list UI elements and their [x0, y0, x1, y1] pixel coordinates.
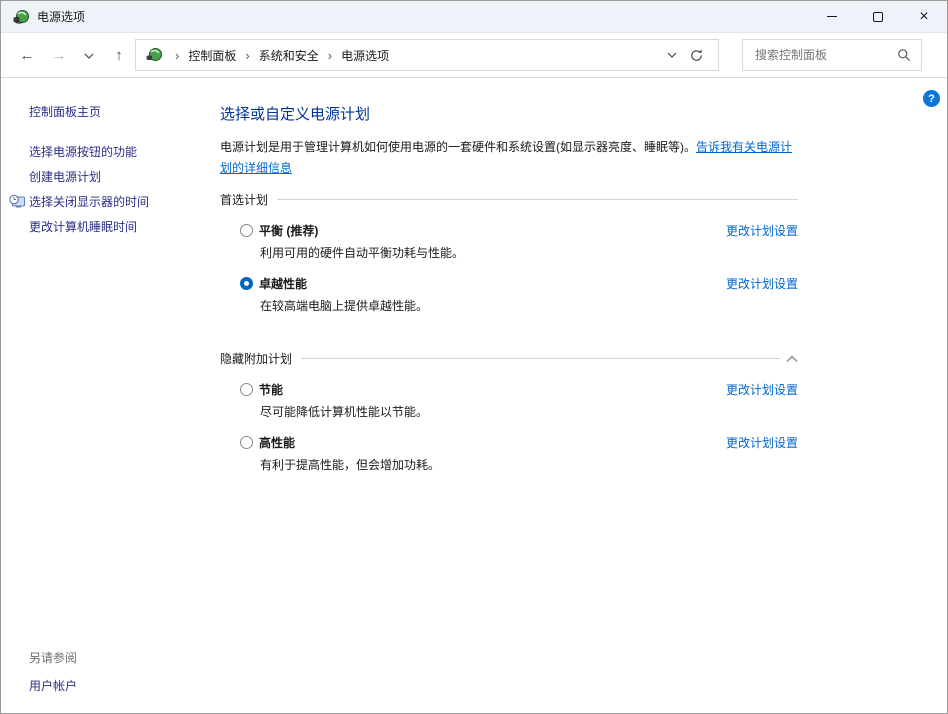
navigation-bar: ← → ↑ › 控制面板 › 系统和安全 › 电源选项 — [1, 33, 947, 78]
plan-description: 尽可能降低计算机性能以节能。 — [260, 403, 798, 420]
sidebar-item-label: 创建电源计划 — [29, 170, 101, 184]
breadcrumb-separator-icon: › — [328, 48, 332, 63]
plan-name: 节能 — [259, 381, 283, 398]
sidebar-see-also: 另请参阅 用户帐户 — [29, 649, 77, 694]
content-area: 控制面板主页 选择电源按钮的功能 创建电源计划 — [1, 78, 947, 714]
plan-name: 平衡 (推荐) — [259, 222, 318, 239]
sidebar-item-label: 选择关闭显示器的时间 — [29, 195, 149, 209]
page-title: 选择或自定义电源计划 — [220, 103, 798, 124]
sidebar-item-create-power-plan[interactable]: 创建电源计划 — [1, 165, 220, 190]
section-divider — [301, 358, 780, 359]
plan-description: 有利于提高性能，但会增加功耗。 — [260, 456, 798, 473]
breadcrumb-control-panel[interactable]: 控制面板 — [188, 47, 236, 64]
plan-row-balanced: 平衡 (推荐) 更改计划设置 利用可用的硬件自动平衡功耗与性能。 — [220, 222, 798, 261]
minimize-button[interactable] — [809, 1, 855, 32]
recent-pages-chevron-icon[interactable] — [75, 47, 103, 64]
breadcrumb-separator-icon: › — [175, 48, 179, 63]
ultimate-performance-plan-radio[interactable] — [240, 277, 253, 290]
main-pane: 选择或自定义电源计划 电源计划是用于管理计算机如何使用电源的一套硬件和系统设置(… — [220, 78, 798, 714]
display-clock-icon — [9, 194, 25, 210]
plan-row-power-saver: 节能 更改计划设置 尽可能降低计算机性能以节能。 — [220, 381, 798, 420]
sidebar-item-user-accounts[interactable]: 用户帐户 — [29, 677, 77, 694]
change-plan-settings-link[interactable]: 更改计划设置 — [726, 434, 798, 451]
see-also-header: 另请参阅 — [29, 649, 77, 666]
breadcrumb-separator-icon: › — [245, 48, 249, 63]
sidebar-item-label: 更改计算机睡眠时间 — [29, 220, 137, 234]
section-divider — [277, 199, 798, 200]
close-button[interactable]: × — [901, 1, 947, 32]
back-button[interactable]: ← — [11, 47, 43, 64]
plan-name: 卓越性能 — [259, 275, 307, 292]
search-input[interactable] — [753, 47, 897, 63]
address-dropdown-chevron-icon[interactable] — [660, 51, 684, 59]
change-plan-settings-link[interactable]: 更改计划设置 — [726, 275, 798, 292]
sidebar-item-sleep-time[interactable]: 更改计算机睡眠时间 — [1, 215, 220, 240]
section-preferred-plans-header: 首选计划 — [220, 191, 798, 208]
section-label: 首选计划 — [220, 191, 268, 208]
search-box — [742, 39, 922, 71]
plan-description: 利用可用的硬件自动平衡功耗与性能。 — [260, 244, 798, 261]
search-icon[interactable] — [897, 48, 911, 62]
sleep-icon — [9, 219, 25, 235]
plan-row-ultimate-performance: 卓越性能 更改计划设置 在较高端电脑上提供卓越性能。 — [220, 275, 798, 314]
window-controls: × — [809, 1, 947, 32]
sidebar-item-power-button-function[interactable]: 选择电源按钮的功能 — [1, 140, 220, 165]
sidebar-task-list: 选择电源按钮的功能 创建电源计划 选择关闭 — [1, 140, 220, 240]
balanced-plan-radio[interactable] — [240, 224, 253, 237]
forward-button[interactable]: → — [43, 47, 75, 64]
page-description: 电源计划是用于管理计算机如何使用电源的一套硬件和系统设置(如显示器亮度、睡眠等)… — [220, 137, 798, 179]
power-saver-plan-radio[interactable] — [240, 383, 253, 396]
description-text: 电源计划是用于管理计算机如何使用电源的一套硬件和系统设置(如显示器亮度、睡眠等)… — [220, 140, 696, 154]
section-label: 隐藏附加计划 — [220, 350, 292, 367]
collapse-chevron-up-icon[interactable] — [786, 355, 798, 363]
change-plan-settings-link[interactable]: 更改计划设置 — [726, 381, 798, 398]
plan-name: 高性能 — [259, 434, 295, 451]
breadcrumb-power-icon — [146, 47, 162, 63]
power-options-window: 电源选项 × ← → ↑ › 控制面板 — [0, 0, 948, 714]
up-button[interactable]: ↑ — [103, 47, 135, 64]
sidebar-item-display-off-time[interactable]: 选择关闭显示器的时间 — [1, 190, 220, 215]
plan-description: 在较高端电脑上提供卓越性能。 — [260, 297, 798, 314]
sidebar-item-control-panel-home[interactable]: 控制面板主页 — [1, 104, 220, 120]
sidebar-item-label: 选择电源按钮的功能 — [29, 145, 137, 159]
breadcrumb-system-security[interactable]: 系统和安全 — [259, 47, 319, 64]
section-hidden-plans-header: 隐藏附加计划 — [220, 350, 798, 367]
refresh-icon[interactable] — [684, 48, 708, 63]
high-performance-plan-radio[interactable] — [240, 436, 253, 449]
maximize-button[interactable] — [855, 1, 901, 32]
titlebar: 电源选项 × — [1, 1, 947, 33]
window-title: 电源选项 — [37, 8, 85, 25]
address-bar[interactable]: › 控制面板 › 系统和安全 › 电源选项 — [135, 39, 719, 71]
breadcrumb-power-options[interactable]: 电源选项 — [341, 47, 389, 64]
power-options-app-icon — [13, 9, 29, 25]
help-button[interactable]: ? — [923, 90, 940, 107]
change-plan-settings-link[interactable]: 更改计划设置 — [726, 222, 798, 239]
sidebar: 控制面板主页 选择电源按钮的功能 创建电源计划 — [1, 78, 220, 714]
plan-row-high-performance: 高性能 更改计划设置 有利于提高性能，但会增加功耗。 — [220, 434, 798, 473]
